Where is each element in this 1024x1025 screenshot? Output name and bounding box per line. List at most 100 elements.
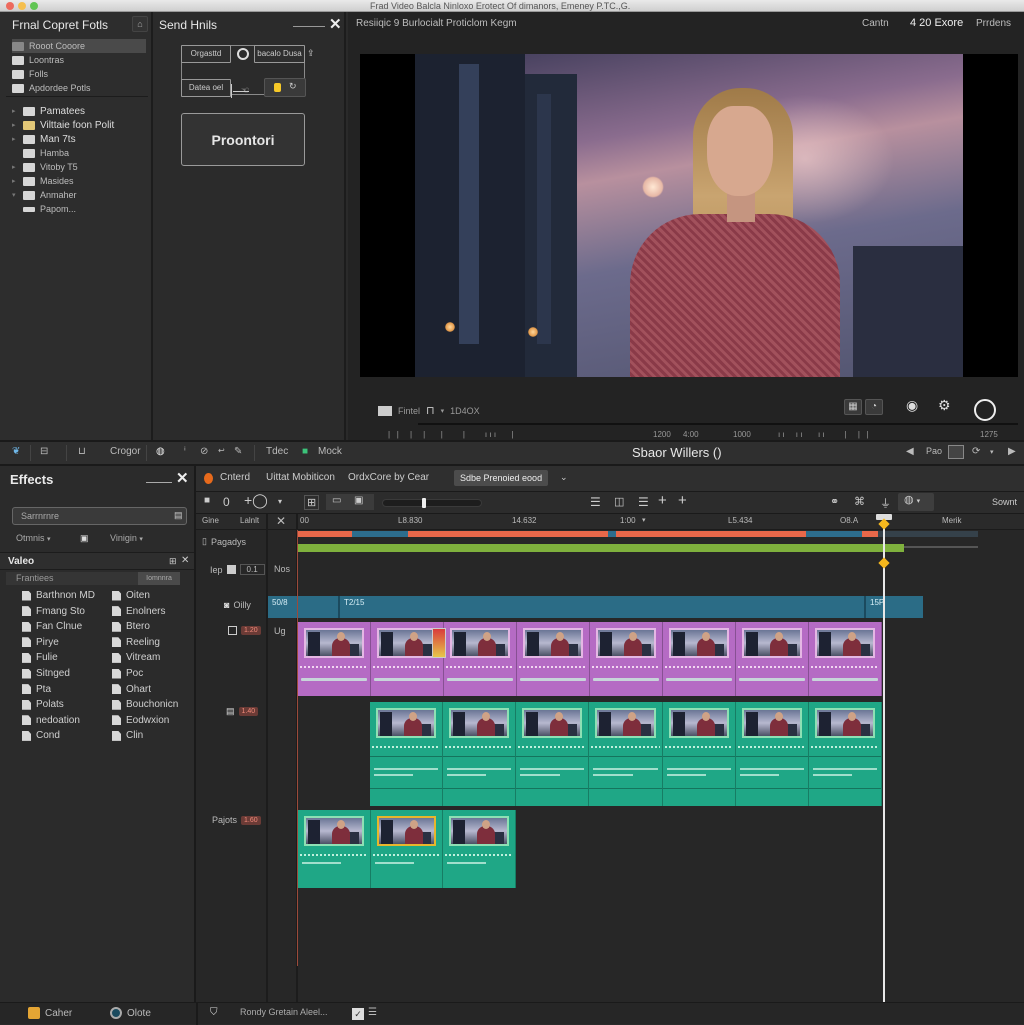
share-icon[interactable]: ⇪ [307, 48, 315, 59]
grid-icon[interactable]: ⊞ [304, 495, 320, 510]
effect-item[interactable]: Sitnged [22, 668, 70, 679]
effect-item[interactable]: Polats [22, 699, 64, 710]
effect-item[interactable]: Ohart [112, 684, 151, 695]
tab-mobiticon[interactable]: Uittat Mobiticon [266, 472, 335, 483]
disclosure-arrow-icon[interactable]: ▸ [12, 135, 18, 143]
tab-cnterd[interactable]: Cnterd [220, 472, 250, 483]
timeline-clip[interactable] [735, 702, 809, 806]
color-wheel-icon[interactable]: ◉ [906, 397, 918, 414]
timeline-clip[interactable] [432, 622, 517, 696]
list-icon[interactable]: ☰ [638, 495, 649, 509]
tree-item[interactable]: ▸ Man 7ts [12, 132, 76, 146]
scrub-bar[interactable] [418, 423, 1018, 425]
close-icon[interactable]: ✕ [176, 469, 189, 487]
bacalo-button[interactable]: bacalo Dusa [254, 45, 305, 63]
timeline-clip[interactable] [443, 702, 517, 806]
radio-circle-icon[interactable] [237, 48, 249, 60]
marker-region[interactable] [608, 531, 616, 537]
status-toggle[interactable]: ↻ [264, 78, 306, 97]
effect-item[interactable]: Enolners [112, 606, 165, 617]
effects-search-input[interactable]: Sarrnrnre [12, 507, 187, 525]
title-track[interactable]: 50/8 T2/15 15P [268, 596, 923, 618]
effect-item[interactable]: Pirye [22, 637, 59, 648]
toolbar-item[interactable]: Tdec [266, 446, 288, 457]
fit-button[interactable] [948, 445, 964, 459]
record-icon[interactable] [204, 473, 213, 484]
grid-icon[interactable]: ▦ [844, 399, 862, 415]
datea-button[interactable]: Datea oel [181, 79, 231, 97]
tree-item[interactable]: ▸ Pamatees [12, 104, 85, 118]
disclosure-arrow-icon[interactable]: ▸ [12, 107, 18, 115]
marker-icon[interactable]: ■ [302, 446, 308, 457]
timeline-clip[interactable] [298, 622, 371, 696]
tree-item[interactable]: Hamba [12, 146, 69, 160]
timeline-clip[interactable] [516, 702, 590, 806]
effect-item[interactable]: Btero [112, 621, 150, 632]
tree-item[interactable]: ▾ Anmaher [12, 188, 77, 202]
library-item[interactable]: Rooot Cooore [12, 39, 146, 53]
track-header[interactable]: 1.20 [228, 626, 261, 635]
effect-item[interactable]: nedoation [22, 715, 80, 726]
transform-icon[interactable]: ⌘ [854, 495, 865, 508]
add-circle-icon[interactable]: +◯ [244, 492, 268, 509]
timeline-clip[interactable] [517, 622, 590, 696]
monitor-icon[interactable] [378, 405, 392, 416]
grid-view-icon[interactable]: ▣ [80, 533, 89, 544]
chevron-down-icon[interactable]: ⌄ [560, 472, 568, 483]
gear-icon[interactable]: ⚙ [938, 397, 951, 414]
cart-icon[interactable]: ⊔ [78, 446, 86, 457]
effect-item[interactable]: Reeling [112, 637, 160, 648]
tree-item[interactable]: Papom... [12, 202, 76, 216]
info-icon[interactable]: ⁱ [184, 446, 186, 457]
marker-region[interactable] [878, 531, 978, 537]
timeline-clip[interactable] [298, 810, 371, 888]
keyframe-marker[interactable] [878, 557, 890, 569]
track-header[interactable]: ◙ Oilly [224, 600, 251, 610]
expand-icon[interactable]: ⊞ [169, 556, 177, 567]
toolbar-item[interactable]: Mock [318, 446, 342, 457]
bird-icon[interactable]: ❦ [12, 446, 20, 457]
checkbox[interactable]: ✓ [352, 1008, 364, 1020]
save-icon[interactable]: ■ [204, 495, 210, 506]
maximize-window-button[interactable] [30, 2, 38, 10]
timeline-clip[interactable] [736, 622, 809, 696]
clip-edge[interactable] [864, 596, 866, 618]
tab-ordxcore[interactable]: OrdxCore by Cear [348, 472, 429, 483]
add-icon[interactable]: + [678, 492, 687, 509]
clock-icon[interactable]: ◍ [156, 446, 165, 457]
timeline-clip[interactable] [662, 702, 736, 806]
layout-icon[interactable]: ⊓ [426, 404, 435, 417]
effect-item[interactable]: Bouchonicn [112, 699, 178, 710]
effect-item[interactable]: Oiten [112, 590, 150, 601]
zoom-slider[interactable] [382, 498, 482, 508]
toolbar-item[interactable]: Crogor [110, 446, 141, 457]
pen-icon[interactable]: ✎ [234, 446, 242, 457]
window-icon[interactable]: ▣ [354, 495, 363, 506]
effect-item[interactable]: Eodwxion [112, 715, 169, 726]
add-icon[interactable]: + [658, 492, 667, 509]
audio-icon[interactable]: ◔ [865, 399, 883, 415]
zoom-slider-knob[interactable] [422, 498, 427, 508]
playhead[interactable] [883, 514, 885, 1002]
panel-handle[interactable] [146, 482, 172, 483]
minimize-window-button[interactable] [18, 2, 26, 10]
snap-icon[interactable]: ⏚ [880, 495, 891, 511]
speed-dropdown[interactable]: ◍ ▾ [898, 493, 934, 511]
effect-item[interactable]: Vitream [112, 652, 160, 663]
primary-action-button[interactable]: Proontori [181, 113, 305, 166]
audio-level-bar[interactable] [298, 544, 904, 552]
close-icon[interactable]: ✕ [181, 555, 189, 566]
status-item[interactable]: Caher [28, 1007, 72, 1019]
clip-edge[interactable] [338, 596, 340, 618]
marker-region[interactable] [806, 531, 862, 537]
effect-item[interactable]: Barthnon MD [22, 590, 95, 601]
filter-icon[interactable]: ▤ [174, 510, 183, 521]
check-circle-icon[interactable]: ⊘ [200, 446, 208, 457]
zero-button[interactable]: 0 [223, 495, 230, 509]
chevron-down-icon[interactable]: ▾ [441, 407, 445, 415]
search-label[interactable]: Sownt [992, 497, 1017, 507]
timeline-clip[interactable] [370, 702, 444, 806]
tree-item[interactable]: ▸ Vilttaie foon Polit [12, 118, 114, 132]
library-item[interactable]: Apdordee Potls [12, 81, 91, 95]
split-icon[interactable]: ◫ [614, 495, 624, 508]
